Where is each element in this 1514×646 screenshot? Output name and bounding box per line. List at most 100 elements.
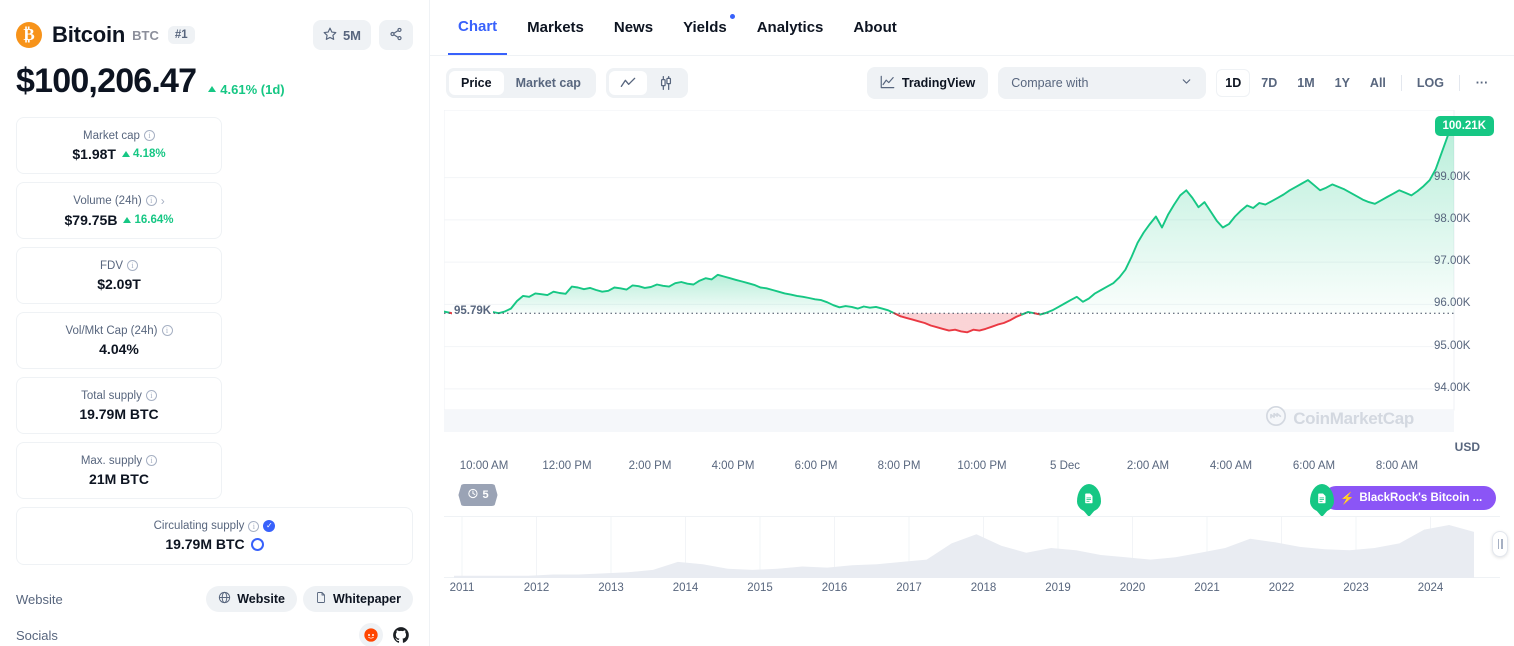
stat-card-fdv[interactable]: FDV i $2.09T — [16, 247, 222, 304]
y-axis-tick: 99.00K — [1434, 171, 1470, 183]
x-axis-tick: 10:00 AM — [460, 460, 509, 472]
clock-icon — [467, 488, 478, 502]
navigator-right-handle[interactable] — [1492, 531, 1508, 557]
info-icon[interactable]: i — [146, 390, 157, 401]
watchlist-button[interactable]: 5M — [313, 20, 371, 50]
tab-markets[interactable]: Markets — [517, 0, 594, 55]
x-axis-tick: 4:00 PM — [712, 460, 755, 472]
stat-value-text: $79.75B — [65, 212, 118, 228]
info-icon[interactable]: i — [146, 195, 157, 206]
current-price: $100,206.47 — [16, 62, 196, 101]
stat-label-text: Circulating supply — [154, 520, 245, 532]
document-icon — [315, 591, 327, 607]
navigator-year-tick: 2019 — [1045, 582, 1071, 594]
tab-about[interactable]: About — [843, 0, 906, 55]
x-axis-tick: 5 Dec — [1050, 460, 1080, 472]
candlestick-icon[interactable] — [647, 71, 685, 95]
tab-yields[interactable]: Yields — [673, 0, 737, 55]
price-chart[interactable]: 100.21K 99.00K 98.00K 97.00K 96.00K 95.0… — [444, 110, 1500, 460]
chart-toolbar: Price Market cap TradingView — [430, 56, 1514, 110]
stat-delta-text: 4.18% — [133, 148, 166, 160]
verified-check-icon: ✓ — [263, 520, 275, 532]
whitepaper-button-label: Whitepaper — [333, 592, 401, 606]
info-icon[interactable]: i — [146, 455, 157, 466]
event-marker-news[interactable] — [1077, 484, 1101, 512]
cmc-logo-icon — [1265, 405, 1287, 432]
navigator-year-tick: 2020 — [1120, 582, 1146, 594]
chart-navigator[interactable] — [444, 516, 1500, 578]
range-1m[interactable]: 1M — [1288, 69, 1323, 97]
navigator-year-tick: 2015 — [747, 582, 773, 594]
tab-chart[interactable]: Chart — [448, 0, 507, 55]
info-row-value: Website Whitepaper — [206, 586, 413, 612]
stats-grid: Market cap i $1.98T 4.18% Volume (24h) i… — [16, 117, 413, 565]
globe-icon — [218, 591, 231, 607]
header-actions: 5M — [313, 20, 413, 50]
share-icon — [389, 27, 403, 44]
stat-card-total-supply[interactable]: Total supply i 19.79M BTC — [16, 377, 222, 434]
info-icon[interactable]: i — [144, 130, 155, 141]
stat-value: $2.09T — [97, 276, 141, 292]
coin-name: Bitcoin — [52, 22, 125, 48]
compare-with-dropdown[interactable]: Compare with — [998, 67, 1206, 99]
stat-label: Vol/Mkt Cap (24h) i — [65, 325, 172, 337]
clock-badge[interactable]: 5 — [458, 484, 497, 506]
coin-sidebar: ₿ Bitcoin BTC #1 5M $100,206.47 — [0, 0, 430, 646]
event-marker-blackrock[interactable]: ⚡ BlackRock's Bitcoin ... — [1310, 484, 1514, 512]
news-drop-marker[interactable] — [1310, 484, 1334, 512]
range-1d[interactable]: 1D — [1216, 69, 1250, 97]
navigator-year-tick: 2024 — [1418, 582, 1444, 594]
news-headline-badge[interactable]: ⚡ BlackRock's Bitcoin ... — [1324, 486, 1496, 510]
log-scale-toggle[interactable]: LOG — [1408, 69, 1453, 97]
toggle-market-cap[interactable]: Market cap — [504, 71, 593, 95]
news-drop-marker[interactable] — [1077, 484, 1101, 512]
stat-card-circulating-supply[interactable]: Circulating supply i ✓ 19.79M BTC — [16, 507, 413, 565]
line-chart-icon[interactable] — [609, 71, 647, 95]
chart-currency-label: USD — [1455, 440, 1480, 454]
y-axis-tick: 94.00K — [1434, 382, 1470, 394]
info-icon[interactable]: i — [248, 521, 259, 532]
coin-info-rows: Website Website Whitepaper — [16, 581, 413, 646]
info-row-website: Website Website Whitepaper — [16, 581, 413, 617]
navigator-year-tick: 2011 — [450, 582, 475, 594]
range-7d[interactable]: 7D — [1252, 69, 1286, 97]
website-button[interactable]: Website — [206, 586, 297, 612]
handle-bar — [1501, 539, 1503, 549]
chevron-right-icon[interactable]: › — [161, 194, 165, 208]
navigator-svg[interactable] — [444, 517, 1500, 578]
clock-badge-count: 5 — [482, 489, 488, 501]
stat-card-volume-24h[interactable]: Volume (24h) i › $79.75B 16.64% — [16, 182, 222, 239]
navigator-year-axis: 2011201220132014201520162017201820192020… — [444, 578, 1500, 600]
reddit-icon[interactable] — [359, 623, 383, 646]
main-tabs: Chart Markets News Yields Analytics Abou… — [430, 0, 1514, 56]
event-clock-badge[interactable]: 5 — [458, 484, 497, 506]
info-icon[interactable]: i — [127, 260, 138, 271]
caret-up-icon — [208, 86, 216, 92]
more-options-button[interactable]: ··· — [1466, 69, 1498, 97]
navigator-year-tick: 2016 — [822, 582, 848, 594]
price-change-value: 4.61% (1d) — [220, 82, 284, 97]
tab-news[interactable]: News — [604, 0, 663, 55]
range-1y[interactable]: 1Y — [1326, 69, 1359, 97]
coin-rank-badge: #1 — [168, 26, 195, 44]
tradingview-label: TradingView — [902, 76, 975, 90]
x-axis-tick: 10:00 PM — [957, 460, 1006, 472]
tradingview-button[interactable]: TradingView — [867, 67, 988, 99]
navigator-year-tick: 2018 — [971, 582, 997, 594]
stat-card-max-supply[interactable]: Max. supply i 21M BTC — [16, 442, 222, 499]
share-button[interactable] — [379, 20, 413, 50]
github-icon[interactable] — [389, 623, 413, 646]
stat-card-vol-mkt-cap[interactable]: Vol/Mkt Cap (24h) i 4.04% — [16, 312, 222, 369]
caret-up-icon — [122, 151, 130, 157]
toggle-price[interactable]: Price — [449, 71, 504, 95]
stat-card-market-cap[interactable]: Market cap i $1.98T 4.18% — [16, 117, 222, 174]
metric-toggle-group: Price Market cap — [446, 68, 596, 98]
chart-type-toggle-group — [606, 68, 688, 98]
x-axis-tick: 12:00 PM — [542, 460, 591, 472]
stat-label-text: FDV — [100, 260, 123, 272]
info-icon[interactable]: i — [162, 325, 173, 336]
info-row-label: Socials — [16, 628, 58, 643]
whitepaper-button[interactable]: Whitepaper — [303, 586, 413, 612]
tab-analytics[interactable]: Analytics — [747, 0, 834, 55]
range-all[interactable]: All — [1361, 69, 1395, 97]
